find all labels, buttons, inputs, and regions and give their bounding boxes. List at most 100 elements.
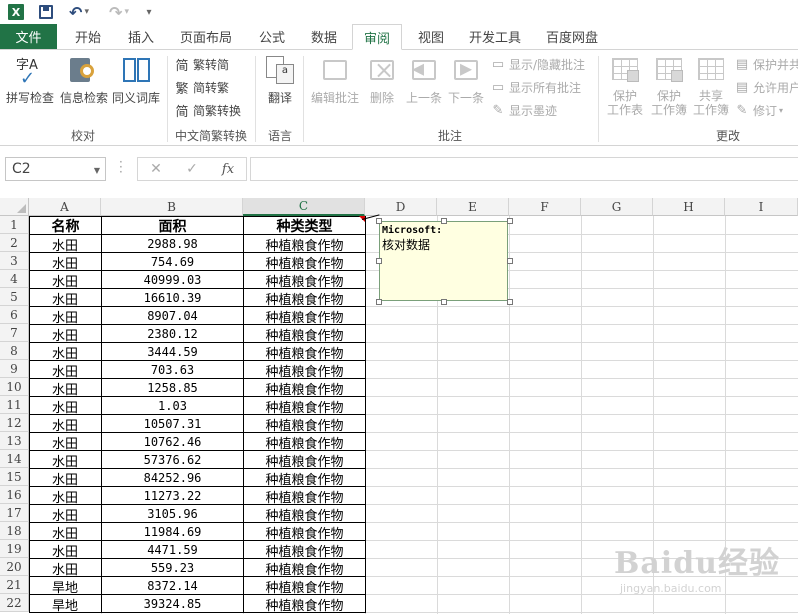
cell-area[interactable]: 11273.22: [102, 487, 243, 505]
cell-type[interactable]: 种植粮食作物: [244, 487, 365, 506]
cell-name[interactable]: 水田: [30, 469, 101, 488]
row-header-13[interactable]: 13: [0, 432, 29, 450]
cell-area[interactable]: 39324.85: [102, 595, 243, 613]
cell-type[interactable]: 种植粮食作物: [244, 379, 365, 398]
row-header-10[interactable]: 10: [0, 378, 29, 396]
cell-name[interactable]: 水田: [30, 487, 101, 506]
cell-type[interactable]: 种植粮食作物: [244, 433, 365, 452]
cell-type[interactable]: 种植粮食作物: [244, 595, 365, 614]
cell-name[interactable]: 水田: [30, 289, 101, 308]
next-comment-button[interactable]: ▸ 下一条: [446, 54, 486, 106]
row-header-18[interactable]: 18: [0, 522, 29, 540]
column-header-g[interactable]: G: [581, 198, 653, 216]
row-header-17[interactable]: 17: [0, 504, 29, 522]
cell-area[interactable]: 3444.59: [102, 343, 243, 361]
cell-area[interactable]: 1258.85: [102, 379, 243, 397]
tab-review[interactable]: 审阅: [352, 24, 402, 50]
column-header-b[interactable]: B: [101, 198, 243, 216]
resize-handle[interactable]: [507, 218, 513, 224]
column-header-e[interactable]: E: [437, 198, 509, 216]
cell-type[interactable]: 种植粮食作物: [244, 559, 365, 578]
name-box[interactable]: C2 ▼: [5, 157, 106, 181]
protect-workbook-button[interactable]: 保护 工作簿: [648, 54, 690, 117]
insert-function-icon[interactable]: fx: [210, 162, 246, 177]
cell-area[interactable]: 754.69: [102, 253, 243, 271]
cell-type[interactable]: 种植粮食作物: [244, 253, 365, 272]
worksheet-grid[interactable]: A B C D E F G H I 1 2 3 4 5 6 7 8 9 10 11 12 13 14 15 16 17 18 19 20…: [0, 198, 798, 614]
header-name[interactable]: 名称: [30, 217, 101, 235]
column-header-i[interactable]: I: [725, 198, 798, 216]
resize-handle[interactable]: [376, 258, 382, 264]
undo-icon[interactable]: ↶ ▾: [64, 2, 94, 22]
row-header-20[interactable]: 20: [0, 558, 29, 576]
cancel-icon[interactable]: ✕: [138, 161, 174, 177]
column-header-d[interactable]: D: [365, 198, 437, 216]
cell-type[interactable]: 种植粮食作物: [244, 325, 365, 344]
cell-name[interactable]: 水田: [30, 505, 101, 524]
cell-type[interactable]: 种植粮食作物: [244, 451, 365, 470]
cell-name[interactable]: 水田: [30, 451, 101, 470]
row-header-8[interactable]: 8: [0, 342, 29, 360]
resize-handle[interactable]: [507, 258, 513, 264]
comment-text[interactable]: 核对数据: [382, 236, 505, 253]
row-header-21[interactable]: 21: [0, 576, 29, 594]
tab-data[interactable]: 数据: [302, 24, 346, 49]
row-header-9[interactable]: 9: [0, 360, 29, 378]
formula-input[interactable]: [250, 157, 798, 181]
to-simplified-button[interactable]: 简繁转简: [174, 56, 229, 74]
cell-type[interactable]: 种植粮食作物: [244, 523, 365, 542]
resize-handle[interactable]: [441, 299, 447, 305]
cell-type[interactable]: 种植粮食作物: [244, 469, 365, 488]
row-header-2[interactable]: 2: [0, 234, 29, 252]
cell-name[interactable]: 水田: [30, 307, 101, 326]
comment-box[interactable]: Microsoft: 核对数据: [379, 221, 508, 301]
row-header-1[interactable]: 1: [0, 216, 29, 234]
cell-area[interactable]: 8372.14: [102, 577, 243, 595]
cell-name[interactable]: 水田: [30, 235, 101, 254]
cell-name[interactable]: 水田: [30, 523, 101, 542]
save-icon[interactable]: [36, 2, 56, 22]
cell-area[interactable]: 8907.04: [102, 307, 243, 325]
edit-comment-button[interactable]: 编辑批注: [308, 54, 362, 106]
tab-view[interactable]: 视图: [409, 24, 453, 49]
cell-area[interactable]: 40999.03: [102, 271, 243, 289]
spell-check-button[interactable]: 字A ✓ 拼写检查: [4, 54, 56, 106]
show-all-comments-button[interactable]: ▭ 显示所有批注: [490, 79, 581, 96]
resize-handle[interactable]: [441, 218, 447, 224]
protect-sheet-button[interactable]: 保护 工作表: [604, 54, 646, 117]
column-header-c[interactable]: C: [243, 198, 365, 216]
customize-quick-access-icon[interactable]: ▾: [142, 2, 156, 22]
cell-area[interactable]: 559.23: [102, 559, 243, 577]
tab-formulas[interactable]: 公式: [250, 24, 294, 49]
protect-share-button[interactable]: ▤ 保护并共: [734, 56, 798, 73]
cell-name[interactable]: 旱地: [30, 595, 101, 614]
enter-icon[interactable]: ✓: [174, 161, 210, 177]
cell-area[interactable]: 11984.69: [102, 523, 243, 541]
row-header-4[interactable]: 4: [0, 270, 29, 288]
cell-name[interactable]: 旱地: [30, 577, 101, 596]
row-header-3[interactable]: 3: [0, 252, 29, 270]
row-header-14[interactable]: 14: [0, 450, 29, 468]
cell-area[interactable]: 1.03: [102, 397, 243, 415]
show-hide-comment-button[interactable]: ▭ 显示/隐藏批注: [490, 56, 585, 73]
show-ink-button[interactable]: ✎ 显示墨迹: [490, 102, 557, 119]
select-all-corner[interactable]: [0, 198, 29, 216]
cell-name[interactable]: 水田: [30, 415, 101, 434]
column-header-h[interactable]: H: [653, 198, 725, 216]
cell-type[interactable]: 种植粮食作物: [244, 505, 365, 524]
row-header-12[interactable]: 12: [0, 414, 29, 432]
tab-baidu-netdisk[interactable]: 百度网盘: [538, 24, 606, 49]
chinese-convert-button[interactable]: 简简繁转换: [174, 102, 241, 120]
cell-area[interactable]: 84252.96: [102, 469, 243, 487]
cell-area[interactable]: 4471.59: [102, 541, 243, 559]
resize-handle[interactable]: [376, 218, 382, 224]
translate-button[interactable]: a 翻译: [260, 54, 300, 106]
excel-app-icon[interactable]: X: [6, 2, 26, 22]
cell-area[interactable]: 703.63: [102, 361, 243, 379]
row-header-7[interactable]: 7: [0, 324, 29, 342]
cell-type[interactable]: 种植粮食作物: [244, 541, 365, 560]
cell-type[interactable]: 种植粮食作物: [244, 235, 365, 254]
cell-area[interactable]: 10762.46: [102, 433, 243, 451]
cell-type[interactable]: 种植粮食作物: [244, 343, 365, 362]
cell-name[interactable]: 水田: [30, 361, 101, 380]
